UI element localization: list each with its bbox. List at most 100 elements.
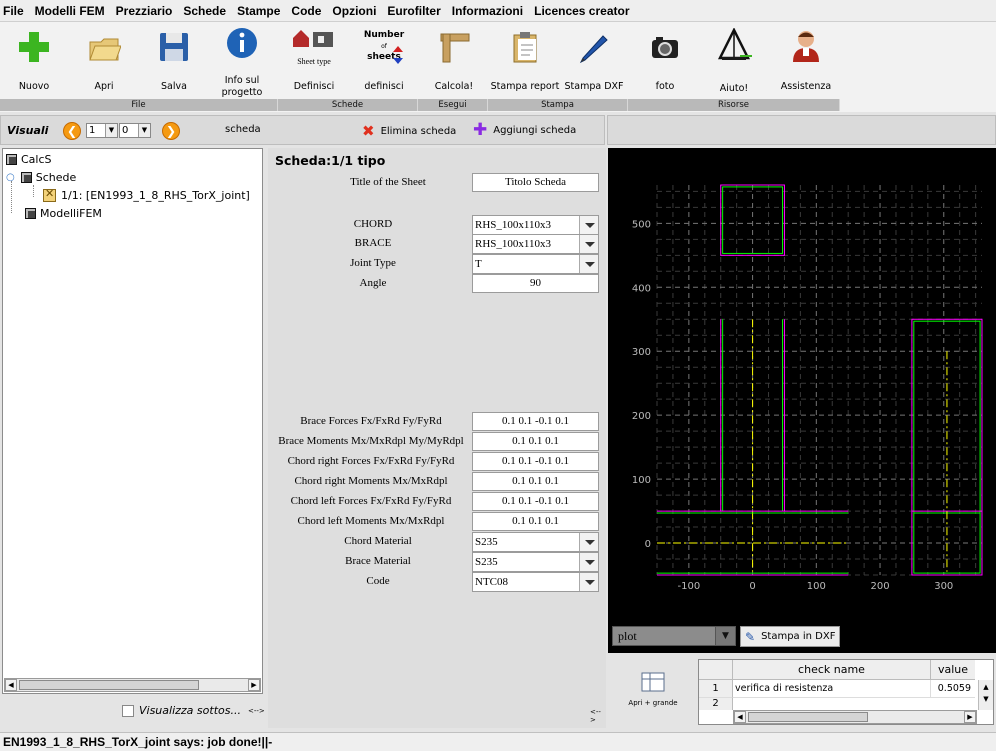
assistenza-button[interactable]: Assistenza [776,22,836,99]
app-window: File Modelli FEM Prezziario Schede Stamp… [0,0,996,751]
stampa-in-dxf-button[interactable]: ✎ Stampa in DXF [740,626,840,647]
menu-eurofilter[interactable]: Eurofilter [387,4,440,18]
brace-label: BRACE [354,237,392,249]
brace-moments-field[interactable]: 0.1 0.1 0.1 [472,432,599,451]
stampa-dxf-label: Stampa DXF [564,81,624,92]
menu-stampe[interactable]: Stampe [237,4,280,18]
menu-modelli-fem[interactable]: Modelli FEM [35,4,105,18]
chord-left-forces-field[interactable]: 0.1 0.1 -0.1 0.1 [472,492,599,511]
brace-forces-field[interactable]: 0.1 0.1 -0.1 0.1 [472,412,599,431]
aggiungi-scheda-button[interactable]: ✚ Aggiungi scheda [473,120,576,140]
menu-licences-creator[interactable]: Licences creator [534,4,629,18]
nuovo-label: Nuovo [18,81,50,92]
chevron-down-icon[interactable] [579,255,598,273]
menu-prezziario[interactable]: Prezziario [116,4,173,18]
calcola-button[interactable]: Calcola! [426,22,482,99]
angle-field[interactable]: 90 [472,274,599,293]
tree-node-sheet-1[interactable]: ✕ 1/1: [EN1993_1_8_RHS_TorX_joint] [43,187,250,202]
chord-material-select[interactable]: S235 [472,532,599,552]
scroll-thumb[interactable] [19,680,199,690]
scroll-left-icon[interactable]: ◀ [5,679,17,691]
brace-select[interactable]: RHS_100x110x3 [472,234,599,254]
group-file: File [0,99,278,111]
up-down-arrows-icon [393,46,403,64]
apri-button[interactable]: Apri [78,22,130,99]
chevron-down-icon[interactable] [579,216,598,234]
tree-node-modellifem[interactable]: ModelliFEM [25,207,102,220]
chevron-down-icon[interactable] [579,235,598,253]
scroll-right-icon[interactable]: ▶ [964,711,976,723]
aiuto-button[interactable]: Aiuto! [706,22,762,99]
menu-file[interactable]: File [3,4,24,18]
tree-hscrollbar[interactable]: ◀ ▶ [4,678,261,692]
code-label: Code [366,575,390,587]
brace-material-select[interactable]: S235 [472,552,599,572]
chord-right-forces-field[interactable]: 0.1 0.1 -0.1 0.1 [472,452,599,471]
column-header-value[interactable]: value [931,660,975,680]
menu-code[interactable]: Code [291,4,321,18]
apri-grande-button[interactable]: Apri + grande [612,672,694,707]
visualizza-sottoschede-checkbox[interactable]: Visualizza sottos... [122,704,241,717]
y-tick-label: 100 [632,475,651,486]
menu-schede[interactable]: Schede [183,4,226,18]
results-hscrollbar[interactable]: ◀ ▶ [733,710,977,724]
y-tick-label: 300 [632,347,651,358]
elimina-scheda-button[interactable]: ✖ Elimina scheda [362,122,456,140]
info-progetto-button[interactable]: Info sul progetto [214,22,270,99]
chevron-down-icon[interactable] [579,533,598,551]
next-button[interactable]: ❯ [162,122,180,140]
previous-button[interactable]: ❮ [63,122,81,140]
table-cell-check-name[interactable]: verifica di resistenza [733,680,931,698]
table-cell-value[interactable]: 0.5059 [931,680,975,698]
chord-left-moments-field[interactable]: 0.1 0.1 0.1 [472,512,599,531]
clipboard-report-icon [513,32,537,63]
definisci-number-of-sheets-button[interactable]: Number of sheets definisci [354,22,414,99]
scroll-right-icon[interactable]: ▶ [248,679,260,691]
delete-x-icon: ✖ [362,122,375,140]
code-select[interactable]: NTC08 [472,572,599,592]
group-risorse: Risorse [628,99,840,111]
arrow-left-icon: ❮ [66,124,78,138]
chevron-down-icon[interactable] [579,573,598,591]
salva-button[interactable]: Salva [148,22,200,99]
title-of-sheet-field[interactable]: Titolo Scheda [472,173,599,192]
plot-type-select[interactable]: plot ▼ [612,626,736,646]
chevron-down-icon[interactable]: ▼ [138,124,150,137]
joint-type-select[interactable]: T [472,254,599,274]
visuali-title: Visuali [7,124,49,137]
chord-select[interactable]: RHS_100x110x3 [472,215,599,235]
chord-right-moments-field[interactable]: 0.1 0.1 0.1 [472,472,599,491]
tree-line [33,185,34,197]
definisci-sheet-type-button[interactable]: Sheet type Definisci [284,22,344,99]
scroll-up-icon[interactable]: ▲ [979,683,993,691]
tree-node-root[interactable]: CalcS [6,153,52,166]
stampa-dxf-button[interactable]: Stampa DXF [562,22,626,99]
x-tick-label: 0 [749,581,755,592]
tree-node-schede[interactable]: ○ Schede [6,171,76,184]
scroll-left-icon[interactable]: ◀ [734,711,746,723]
stampa-report-button[interactable]: Stampa report [490,22,560,99]
chevron-down-icon[interactable]: ▼ [715,627,735,645]
scroll-thumb[interactable] [748,712,868,722]
tree-resize-arrows[interactable]: <--> [248,707,265,715]
joint-plot[interactable]: 500 400 300 200 100 0 -100 0 100 200 300 [608,148,996,618]
results-vscrollbar[interactable]: ▲ ▼ [978,680,993,710]
sheet-index-spinner[interactable]: 1 ▼ [86,123,118,138]
chevron-down-icon[interactable]: ▼ [105,124,117,137]
column-header-check-name[interactable]: check name [733,660,931,680]
scroll-down-icon[interactable]: ▼ [979,695,993,703]
menu-opzioni[interactable]: Opzioni [332,4,376,18]
results-table[interactable]: check name value 1 verifica di resistenz… [698,659,994,725]
foto-button[interactable]: foto [638,22,692,99]
add-plus-icon: ✚ [473,120,488,140]
checkbox-box[interactable] [122,704,134,717]
sheet-resize-arrows[interactable]: <--> [590,708,606,724]
nuovo-button[interactable]: Nuovo [8,22,60,99]
project-tree[interactable]: CalcS ○ Schede ✕ 1/1: [EN1993_1_8_RHS_To… [2,148,263,694]
table-row-index: 1 [699,680,733,698]
floppy-disk-icon [160,33,188,61]
menu-informazioni[interactable]: Informazioni [452,4,523,18]
x-tick-label: -100 [678,581,701,592]
chevron-down-icon[interactable] [579,553,598,571]
sub-index-spinner[interactable]: 0 ▼ [119,123,151,138]
